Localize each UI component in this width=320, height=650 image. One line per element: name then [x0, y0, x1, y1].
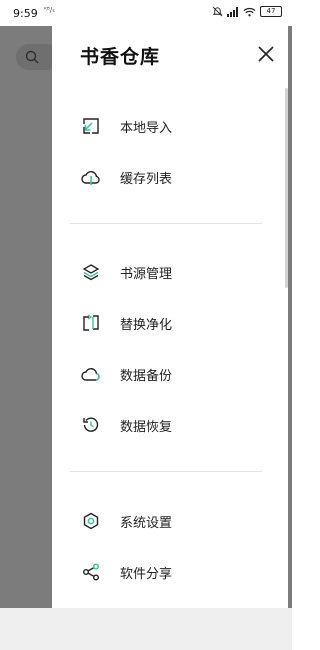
menu-label: 缓存列表	[120, 171, 173, 187]
menu-item-share[interactable]: 软件分享	[52, 550, 288, 594]
menu-item-replace[interactable]: 替换净化	[52, 301, 288, 345]
menu-label: 软件分享	[120, 566, 173, 582]
cloud-backup-icon	[80, 363, 102, 385]
bottom-navigation-area	[0, 608, 292, 650]
close-icon	[258, 46, 274, 62]
menu-item-local-import[interactable]: 本地导入	[52, 104, 288, 148]
menu-item-cache-list[interactable]: 缓存列表	[52, 155, 288, 199]
restore-icon	[80, 414, 102, 436]
search-icon	[25, 50, 39, 64]
menu-item-book-source[interactable]: 书源管理	[52, 250, 288, 294]
import-icon	[80, 115, 102, 137]
battery-indicator: 47	[260, 6, 282, 17]
menu-label: 系统设置	[120, 515, 173, 531]
menu-label: 数据恢复	[120, 419, 173, 435]
signal-icon	[227, 6, 238, 17]
cache-list-icon	[80, 166, 102, 188]
status-bar: 9:59 ᴷᴮ/ₛ 47	[0, 0, 292, 26]
layers-icon	[80, 261, 102, 283]
menu-item-backup[interactable]: 数据备份	[52, 352, 288, 396]
drawer-title: 书香仓库	[80, 46, 161, 68]
menu-label: 替换净化	[120, 317, 173, 333]
settings-icon	[80, 510, 102, 532]
navigation-drawer: 书香仓库 本地导入 缓存列表 书源管理 替换净化 数据备份 数据恢复 系统设置 …	[52, 26, 288, 608]
menu-label: 书源管理	[120, 266, 173, 282]
status-icons: 47	[212, 6, 282, 17]
network-speed: ᴷᴮ/ₛ	[44, 6, 55, 14]
share-icon	[80, 561, 102, 583]
menu-item-settings[interactable]: 系统设置	[52, 499, 288, 543]
divider	[70, 471, 262, 472]
status-time: 9:59	[13, 7, 38, 20]
menu-label: 数据备份	[120, 368, 173, 384]
close-button[interactable]	[257, 45, 275, 63]
divider	[70, 223, 262, 224]
replace-icon	[80, 312, 102, 334]
menu-item-restore[interactable]: 数据恢复	[52, 403, 288, 447]
menu-label: 本地导入	[120, 120, 173, 136]
mute-icon	[212, 6, 223, 17]
wifi-icon	[243, 7, 256, 16]
